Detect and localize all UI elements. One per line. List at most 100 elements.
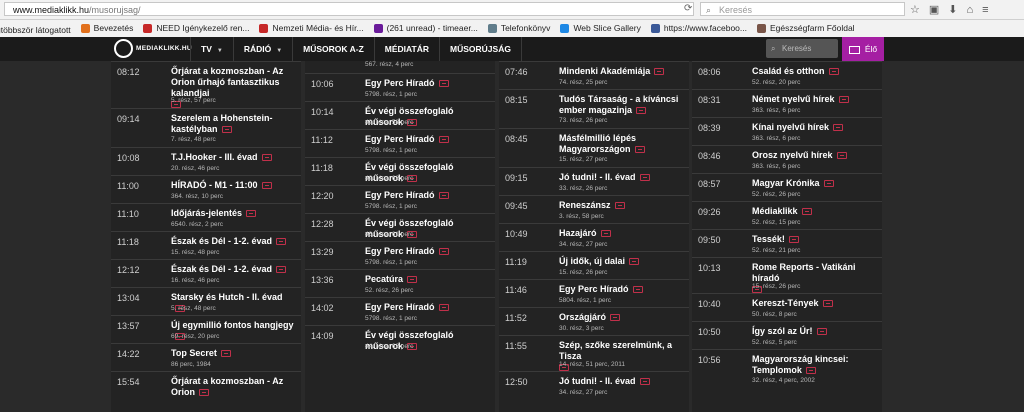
program-title[interactable]: Jó tudni! - II. évad [559, 172, 636, 182]
video-link-icon[interactable] [636, 107, 647, 115]
bookmark-item[interactable]: Web Slice Gallery [560, 20, 641, 37]
video-link-icon[interactable] [407, 276, 418, 284]
video-link-icon[interactable] [823, 180, 834, 188]
video-link-icon[interactable] [220, 350, 231, 358]
program-title[interactable]: Egy Perc Híradó [365, 78, 435, 88]
video-link-icon[interactable] [639, 174, 650, 182]
program-title[interactable]: Hazajáró [559, 228, 597, 238]
video-link-icon[interactable] [639, 378, 650, 386]
program-row[interactable]: 13:36 Pecatúra 52. rész, 26 perc [305, 269, 495, 297]
bookmark-item[interactable]: https://www.faceboo... [650, 20, 747, 37]
menu-item-musorok[interactable]: MŰSOROK A-Z [292, 37, 374, 61]
program-row[interactable]: 09:50 Tessék! 52. rész, 21 perc [692, 229, 882, 257]
video-link-icon[interactable] [610, 314, 621, 322]
video-link-icon[interactable] [634, 146, 645, 154]
program-title[interactable]: Őrjárat a kozmoszban - Az Orion [171, 376, 283, 397]
program-row[interactable]: 11:46 Egy Perc Híradó 5804. rész, 1 perc [499, 279, 689, 307]
program-title[interactable]: Egy Perc Híradó [559, 284, 629, 294]
video-link-icon[interactable] [600, 230, 611, 238]
program-row[interactable]: 10:49 Hazajáró 34. rész, 27 perc [499, 223, 689, 251]
program-row[interactable]: 11:12 Egy Perc Híradó 5798. rész, 1 perc [305, 129, 495, 157]
video-link-icon[interactable] [246, 210, 257, 218]
program-title[interactable]: Magyarország kincsei: Templomok [752, 354, 849, 375]
bookmark-item[interactable]: Bevezetés [80, 20, 133, 37]
program-title[interactable]: Rome Reports - Vatikáni híradó [752, 262, 856, 283]
program-row[interactable]: 12:20 Egy Perc Híradó 5798. rész, 1 perc [305, 185, 495, 213]
program-title[interactable]: Kereszt-Tények [752, 298, 819, 308]
program-row[interactable]: 14:09 Év végi összefoglaló műsorok 44. rés… [305, 325, 495, 353]
program-title[interactable]: Egy Perc Híradó [365, 246, 435, 256]
site-search-input[interactable]: ⌕ Keresés [766, 39, 838, 58]
program-title[interactable]: Pecatúra [365, 274, 403, 284]
program-row[interactable]: 08:45 Másfélmillió lépés Magyarországon 15… [499, 128, 689, 167]
program-row[interactable]: 13:04 Starsky és Hutch - II. évad 5. rész,… [111, 287, 301, 315]
menu-item-tv[interactable]: TV ▼ [190, 37, 233, 61]
program-title[interactable]: Kínai nyelvű hírek [752, 122, 829, 132]
program-row[interactable]: 09:14 Szerelem a Hohenstein-kastélyban 7. … [111, 108, 301, 147]
program-row[interactable]: 10:56 Magyarország kincsei: Templomok 32. … [692, 349, 882, 388]
program-row[interactable]: 14:22 Top Secret 86 perc, 1984 [111, 343, 301, 371]
program-title[interactable]: Mindenki Akadémiája [559, 66, 650, 76]
address-bar[interactable]: www.mediaklikk.hu/musorujsag/ [4, 2, 694, 16]
video-link-icon[interactable] [801, 208, 812, 216]
menu-item-musorujsag[interactable]: MŰSORÚJSÁG [439, 37, 522, 61]
video-link-icon[interactable] [654, 68, 665, 76]
video-link-icon[interactable] [438, 136, 449, 144]
program-title[interactable]: Egy Perc Híradó [365, 134, 435, 144]
program-row[interactable]: 11:52 Országjáró 30. rész, 3 perc [499, 307, 689, 335]
live-button[interactable]: Élő [842, 37, 884, 61]
program-row[interactable]: 08:12 Őrjárat a kozmoszban - Az Orion űrh… [111, 61, 301, 108]
video-link-icon[interactable] [276, 266, 287, 274]
video-link-icon[interactable] [816, 328, 827, 336]
program-row[interactable]: 10:08 T.J.Hooker - III. évad 20. rész, 46 … [111, 147, 301, 175]
program-row[interactable]: 10:13 Rome Reports - Vatikáni híradó 15. r… [692, 257, 882, 293]
video-link-icon[interactable] [822, 300, 833, 308]
program-title[interactable]: Német nyelvű hírek [752, 94, 835, 104]
toolbar-icons[interactable]: ☆▣⬇⌂≡ [910, 3, 998, 16]
program-title[interactable]: Család és otthon [752, 66, 825, 76]
video-link-icon[interactable] [276, 238, 287, 246]
video-link-icon[interactable] [261, 154, 272, 162]
program-title[interactable]: Jó tudni! - II. évad [559, 376, 636, 386]
program-title[interactable]: Egy Perc Híradó [365, 190, 435, 200]
menu-item-radio[interactable]: RÁDIÓ ▼ [232, 37, 292, 61]
program-row[interactable]: 11:00 HÍRADÓ - M1 - 11:00 364. rész, 10 pe… [111, 175, 301, 203]
program-row[interactable]: 11:18 Észak és Dél - 1-2. évad 15. rész, 4… [111, 231, 301, 259]
program-title[interactable]: Így szól az Úr! [752, 326, 813, 336]
program-title[interactable]: Új egymillió fontos hangjegy [171, 320, 294, 330]
program-title[interactable]: Top Secret [171, 348, 217, 358]
bookmark-item[interactable]: Nemzeti Média- és Hír... [259, 20, 364, 37]
program-row[interactable]: 08:39 Kínai nyelvű hírek 363. rész, 6 perc [692, 117, 882, 145]
program-row[interactable]: 08:31 Német nyelvű hírek 363. rész, 6 perc [692, 89, 882, 117]
program-row[interactable]: 08:46 Orosz nyelvű hírek 363. rész, 6 perc [692, 145, 882, 173]
video-link-icon[interactable] [838, 96, 849, 104]
bookmark-item[interactable]: Egészségfarm Főoldal [757, 20, 855, 37]
program-title[interactable]: Tessék! [752, 234, 785, 244]
program-title[interactable]: Másfélmillió lépés Magyarországon [559, 133, 636, 154]
program-title[interactable]: Észak és Dél - 1-2. évad [171, 236, 272, 246]
video-link-icon[interactable] [833, 124, 844, 132]
program-row[interactable]: 08:57 Magyar Krónika 52. rész, 26 perc [692, 173, 882, 201]
reload-icon[interactable]: ⟳ [684, 3, 692, 14]
program-title[interactable]: T.J.Hooker - III. évad [171, 152, 258, 162]
program-row[interactable]: 15:54 Őrjárat a kozmoszban - Az Orion [111, 371, 301, 399]
program-row[interactable]: 09:15 Jó tudni! - II. évad 33. rész, 26 pe… [499, 167, 689, 195]
video-link-icon[interactable] [199, 389, 209, 397]
bookmark-item[interactable]: (261 unread) - timeaer... [373, 20, 478, 37]
video-link-icon[interactable] [805, 367, 816, 375]
program-row[interactable]: 11:18 Év végi összefoglaló műsorok 42. rés… [305, 157, 495, 185]
program-title[interactable]: Szép, szőke szerelmünk, a Tisza [559, 340, 672, 361]
video-link-icon[interactable] [438, 80, 449, 88]
program-row[interactable]: 11:55 Szép, szőke szerelmünk, a Tisza 14. … [499, 335, 689, 371]
menu-item-mediatar[interactable]: MÉDIATÁR [373, 37, 439, 61]
program-row[interactable]: 12:50 Jó tudni! - II. évad 34. rész, 27 pe… [499, 371, 689, 399]
browser-search-input[interactable]: ⌕ Keresés [700, 2, 905, 16]
video-link-icon[interactable] [629, 258, 640, 266]
program-title[interactable]: Új idők, új dalai [559, 256, 625, 266]
program-row[interactable]: 10:50 Így szól az Úr! 52. rész, 5 perc [692, 321, 882, 349]
program-row[interactable]: 08:15 Tudós Társaság - a kíváncsi ember m… [499, 89, 689, 128]
video-link-icon[interactable] [261, 182, 272, 190]
program-row[interactable]: 07:46 Mindenki Akadémiája 74. rész, 25 per… [499, 61, 689, 89]
program-row[interactable]: 10:06 Egy Perc Híradó 5798. rész, 1 perc [305, 73, 495, 101]
program-row[interactable]: 12:28 Év végi összefoglaló műsorok 43. rés… [305, 213, 495, 241]
